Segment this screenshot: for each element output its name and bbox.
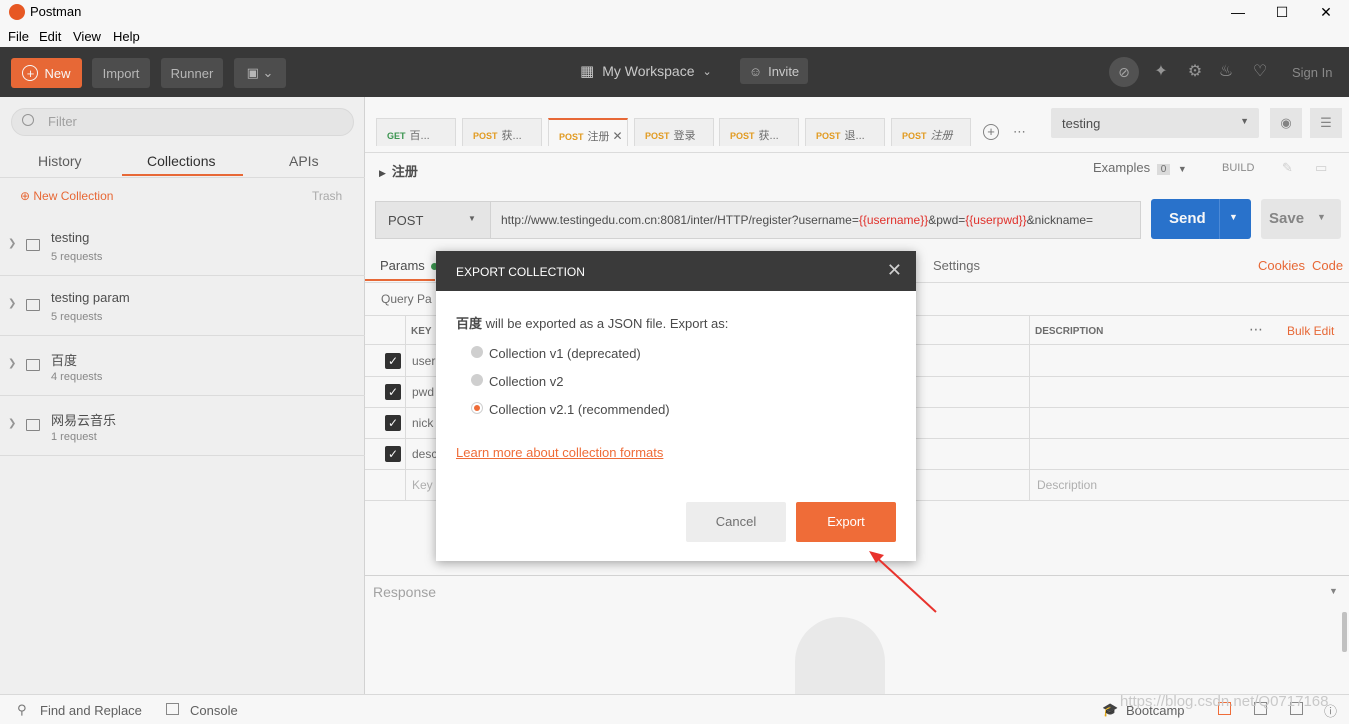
- find-icon: ⚲: [17, 702, 27, 717]
- export-message: 百度 will be exported as a JSON file. Expo…: [456, 313, 728, 332]
- collection-name: 百度: [456, 316, 483, 331]
- modal-header: EXPORT COLLECTION: [436, 251, 916, 291]
- graduation-cap-icon: 🎓: [1102, 702, 1119, 717]
- modal-title: EXPORT COLLECTION: [456, 265, 585, 279]
- find-and-replace-button[interactable]: Find and Replace: [40, 703, 142, 718]
- arrow-shaft: [873, 554, 937, 613]
- export-collection-modal: EXPORT COLLECTION ✕ 百度 will be exported …: [436, 251, 916, 561]
- console-icon: [166, 703, 179, 715]
- radio-v1[interactable]: [471, 346, 483, 358]
- watermark: https://blog.csdn.net/Q0717168: [1120, 693, 1329, 710]
- option-v2-label[interactable]: Collection v2: [489, 374, 563, 389]
- radio-v2[interactable]: [471, 374, 483, 386]
- option-v2-1-label[interactable]: Collection v2.1 (recommended): [489, 402, 670, 417]
- export-button[interactable]: Export: [796, 502, 896, 542]
- learn-more-link[interactable]: Learn more about collection formats: [456, 445, 663, 460]
- export-message-text: will be exported as a JSON file. Export …: [482, 316, 729, 331]
- console-button[interactable]: Console: [190, 703, 238, 718]
- radio-v2-1-selected[interactable]: [471, 402, 483, 414]
- cancel-button[interactable]: Cancel: [686, 502, 786, 542]
- annotation-arrow: [869, 551, 937, 613]
- close-icon[interactable]: ✕: [887, 261, 902, 279]
- option-v1-label[interactable]: Collection v1 (deprecated): [489, 346, 641, 361]
